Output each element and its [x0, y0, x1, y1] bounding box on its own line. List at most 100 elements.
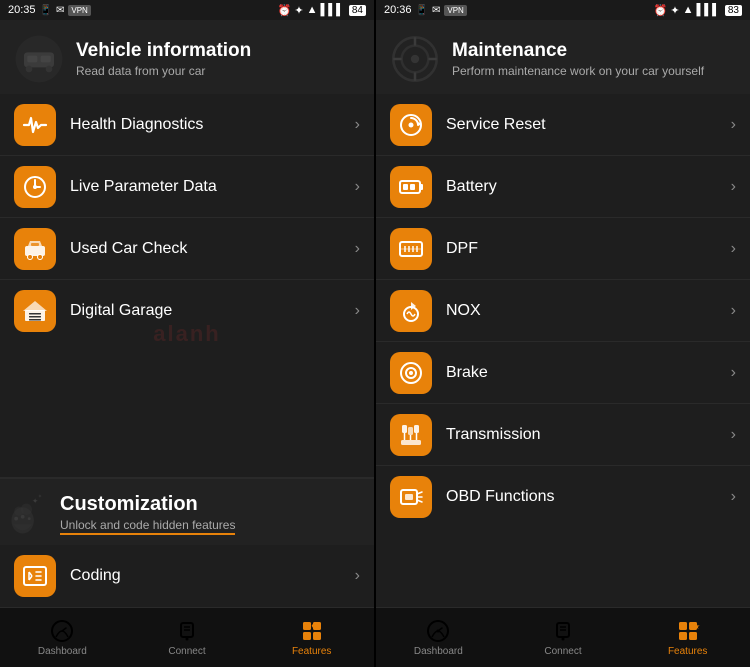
- maintenance-subtitle: Perform maintenance work on your car you…: [452, 64, 704, 78]
- usedcar-chevron: ›: [355, 240, 360, 258]
- menu-item-garage[interactable]: Digital Garage ›: [0, 280, 374, 342]
- vpn-badge: VPN: [68, 5, 90, 16]
- garage-icon: [22, 298, 48, 324]
- svg-text:★: ★: [693, 622, 700, 631]
- battery-left: 84: [349, 5, 366, 16]
- menu-item-service[interactable]: Service Reset ›: [376, 94, 750, 156]
- alarm-icon-r: ⏰: [654, 4, 668, 17]
- nav-connect-label-left: Connect: [168, 646, 205, 657]
- customization-subtitle: Unlock and code hidden features: [60, 518, 235, 535]
- custom-ghost-icon: ✦ ✦: [4, 485, 60, 541]
- nox-label: NOX: [446, 302, 731, 320]
- phone-icon-r: 📱: [416, 5, 428, 16]
- nav-features-left[interactable]: Features: [249, 619, 374, 657]
- time-left: 20:35: [8, 4, 36, 16]
- connect-icon-left: [175, 619, 199, 643]
- status-right: ⏰ ✦ ▲ ▌▌▌ 84: [278, 4, 366, 17]
- vehicle-info-title: Vehicle information: [76, 40, 251, 62]
- customization-title: Customization: [60, 493, 360, 516]
- svg-text:✦: ✦: [38, 493, 43, 500]
- nox-icon: [398, 298, 424, 324]
- coding-icon-wrap: [14, 555, 56, 597]
- bt-icon-r: ✦: [670, 4, 679, 17]
- menu-item-live[interactable]: Live Parameter Data ›: [0, 156, 374, 218]
- nav-dashboard-right[interactable]: Dashboard: [376, 619, 501, 657]
- health-icon-wrap: [14, 104, 56, 146]
- signal-icon: ▌▌▌: [320, 4, 343, 16]
- obd-label: OBD Functions: [446, 488, 731, 506]
- nav-connect-right[interactable]: Connect: [501, 619, 626, 657]
- service-chevron: ›: [731, 116, 736, 134]
- battery-label: Battery: [446, 178, 731, 196]
- menu-item-brake[interactable]: Brake ›: [376, 342, 750, 404]
- status-left: 20:35 📱 ✉ VPN: [8, 4, 91, 16]
- menu-item-dpf[interactable]: DPF ›: [376, 218, 750, 280]
- service-label: Service Reset: [446, 116, 731, 134]
- maintenance-title: Maintenance: [452, 40, 704, 62]
- service-icon: [398, 112, 424, 138]
- nav-features-label-right: Features: [668, 646, 707, 657]
- battery-chevron: ›: [731, 178, 736, 196]
- vehicle-info-text: Vehicle information Read data from your …: [76, 40, 251, 78]
- live-chevron: ›: [355, 178, 360, 196]
- brake-label: Brake: [446, 364, 731, 382]
- obd-chevron: ›: [731, 488, 736, 506]
- car-icon: [22, 236, 48, 262]
- coding-chevron: ›: [355, 567, 360, 585]
- time-right: 20:36: [384, 4, 412, 16]
- maintenance-header: Maintenance Perform maintenance work on …: [376, 20, 750, 94]
- menu-item-obd[interactable]: OBD Functions ›: [376, 466, 750, 528]
- vehicle-info-subtitle: Read data from your car: [76, 64, 251, 78]
- service-icon-wrap: [390, 104, 432, 146]
- wifi-icon-r: ▲: [683, 4, 694, 16]
- menu-item-usedcar[interactable]: Used Car Check ›: [0, 218, 374, 280]
- usedcar-icon-wrap: [14, 228, 56, 270]
- health-chevron: ›: [355, 116, 360, 134]
- nav-connect-label-right: Connect: [544, 646, 581, 657]
- battery-right: 83: [725, 5, 742, 16]
- nav-connect-left[interactable]: Connect: [125, 619, 250, 657]
- bt-icon: ✦: [294, 4, 303, 17]
- nav-dashboard-label-right: Dashboard: [414, 646, 463, 657]
- nox-icon-wrap: [390, 290, 432, 332]
- connect-icon-right: [551, 619, 575, 643]
- menu-item-coding[interactable]: Coding ›: [0, 545, 374, 607]
- vehicle-info-header: Vehicle information Read data from your …: [0, 20, 374, 94]
- status-right-right: ⏰ ✦ ▲ ▌▌▌ 83: [654, 4, 742, 17]
- nav-dashboard-left[interactable]: Dashboard: [0, 619, 125, 657]
- status-right-left: 20:36 📱 ✉ VPN: [384, 4, 467, 16]
- features-icon-right: ★: [676, 619, 700, 643]
- dashboard-icon-right: [426, 619, 450, 643]
- status-bar-left: 20:35 📱 ✉ VPN ⏰ ✦ ▲ ▌▌▌ 84: [0, 0, 374, 20]
- right-phone: 20:36 📱 ✉ VPN ⏰ ✦ ▲ ▌▌▌ 83 M: [376, 0, 750, 667]
- brake-icon: [398, 360, 424, 386]
- msg-icon-r: ✉: [432, 5, 440, 16]
- menu-item-nox[interactable]: NOX ›: [376, 280, 750, 342]
- vpn-badge-r: VPN: [444, 5, 466, 16]
- transmission-chevron: ›: [731, 426, 736, 444]
- coding-icon: [22, 563, 48, 589]
- live-icon: [22, 174, 48, 200]
- wifi-icon: ▲: [307, 4, 318, 16]
- transmission-icon: [398, 422, 424, 448]
- dpf-icon-wrap: [390, 228, 432, 270]
- alarm-icon: ⏰: [278, 4, 292, 17]
- garage-chevron: ›: [355, 302, 360, 320]
- menu-item-health[interactable]: Health Diagnostics ›: [0, 94, 374, 156]
- health-label: Health Diagnostics: [70, 116, 355, 134]
- status-bar-right: 20:36 📱 ✉ VPN ⏰ ✦ ▲ ▌▌▌ 83: [376, 0, 750, 20]
- usedcar-label: Used Car Check: [70, 240, 355, 258]
- menu-item-transmission[interactable]: Transmission ›: [376, 404, 750, 466]
- msg-icon: ✉: [56, 5, 64, 16]
- obd-icon: [398, 484, 424, 510]
- bottom-nav-left: Dashboard Connect Features: [0, 607, 374, 667]
- maintenance-text: Maintenance Perform maintenance work on …: [452, 40, 704, 78]
- signal-icon-r: ▌▌▌: [696, 4, 719, 16]
- menu-item-battery[interactable]: Battery ›: [376, 156, 750, 218]
- live-label: Live Parameter Data: [70, 178, 355, 196]
- nav-features-right[interactable]: ★ Features: [625, 619, 750, 657]
- dpf-label: DPF: [446, 240, 731, 258]
- vehicle-header-icon: [14, 34, 64, 84]
- obd-icon-wrap: [390, 476, 432, 518]
- customization-section: ✦ ✦ Customization Unlock and code hidden…: [0, 477, 374, 607]
